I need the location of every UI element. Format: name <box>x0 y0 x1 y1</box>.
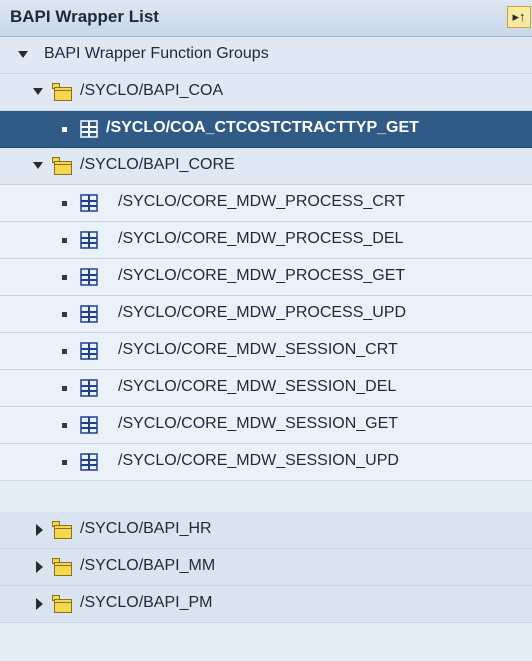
folder-icon <box>52 521 72 539</box>
tree-leaf-node-selected[interactable]: /SYCLO/COA_CTCOSTCTRACTTYP_GET <box>0 111 532 148</box>
function-module-icon <box>80 305 98 323</box>
expand-right-icon[interactable] <box>36 524 43 536</box>
folder-icon <box>52 558 72 576</box>
bullet-icon <box>62 238 67 243</box>
expand-right-icon[interactable] <box>36 598 43 610</box>
function-module-icon <box>80 231 98 249</box>
tree-group-label: /SYCLO/BAPI_PM <box>80 594 213 611</box>
tree-leaf-label: /SYCLO/CORE_MDW_PROCESS_CRT <box>118 193 405 210</box>
bullet-icon <box>62 460 67 465</box>
tree-group-node[interactable]: /SYCLO/BAPI_MM <box>0 549 532 586</box>
tree-group-node[interactable]: /SYCLO/BAPI_COA <box>0 74 532 111</box>
function-module-icon <box>80 268 98 286</box>
panel-title: BAPI Wrapper List <box>10 7 159 26</box>
function-module-icon <box>80 194 98 212</box>
tree-leaf-node[interactable]: /SYCLO/CORE_MDW_SESSION_GET <box>0 407 532 444</box>
tree-group-node[interactable]: /SYCLO/BAPI_CORE <box>0 148 532 185</box>
tree-leaf-label: /SYCLO/CORE_MDW_SESSION_CRT <box>118 341 398 358</box>
tree-group-label: /SYCLO/BAPI_COA <box>80 82 224 99</box>
header-toggle-button[interactable]: ▸↑ <box>507 6 531 28</box>
tree-leaf-label: /SYCLO/CORE_MDW_SESSION_GET <box>118 415 399 432</box>
tree-leaf-node[interactable]: /SYCLO/CORE_MDW_PROCESS_CRT <box>0 185 532 222</box>
panel-header: BAPI Wrapper List ▸↑ <box>0 0 532 37</box>
tree-group-node[interactable]: /SYCLO/BAPI_HR <box>0 512 532 549</box>
tree-leaf-node[interactable]: /SYCLO/CORE_MDW_PROCESS_UPD <box>0 296 532 333</box>
function-module-icon <box>80 342 98 360</box>
tree-leaf-label: /SYCLO/CORE_MDW_PROCESS_DEL <box>118 230 404 247</box>
folder-icon <box>52 157 72 175</box>
tree-leaf-label: /SYCLO/CORE_MDW_PROCESS_GET <box>118 267 406 284</box>
bullet-icon <box>62 127 67 132</box>
tree-root-label: BAPI Wrapper Function Groups <box>44 45 269 62</box>
tree-group-label: /SYCLO/BAPI_HR <box>80 520 212 537</box>
bullet-icon <box>62 423 67 428</box>
tree-root-node[interactable]: BAPI Wrapper Function Groups <box>0 37 532 74</box>
bullet-icon <box>62 349 67 354</box>
bullet-icon <box>62 201 67 206</box>
bullet-icon <box>62 275 67 280</box>
function-module-icon <box>80 120 98 138</box>
tree-leaf-node[interactable]: /SYCLO/CORE_MDW_PROCESS_DEL <box>0 222 532 259</box>
tree-leaf-label: /SYCLO/COA_CTCOSTCTRACTTYP_GET <box>106 119 419 136</box>
expand-down-icon[interactable] <box>18 51 28 58</box>
expand-down-icon[interactable] <box>33 88 43 95</box>
bullet-icon <box>62 312 67 317</box>
expand-right-icon[interactable] <box>36 561 43 573</box>
function-module-icon <box>80 416 98 434</box>
tree-leaf-node[interactable]: /SYCLO/CORE_MDW_SESSION_DEL <box>0 370 532 407</box>
folder-icon <box>52 83 72 101</box>
tree-leaf-label: /SYCLO/CORE_MDW_PROCESS_UPD <box>118 304 407 321</box>
tree-group-node[interactable]: /SYCLO/BAPI_PM <box>0 586 532 623</box>
tree-group-label: /SYCLO/BAPI_MM <box>80 557 216 574</box>
function-module-icon <box>80 453 98 471</box>
bullet-icon <box>62 386 67 391</box>
tree-leaf-node[interactable]: /SYCLO/CORE_MDW_SESSION_UPD <box>0 444 532 481</box>
tree-leaf-label: /SYCLO/CORE_MDW_SESSION_UPD <box>118 452 399 469</box>
tree-group-label: /SYCLO/BAPI_CORE <box>80 156 235 173</box>
tree-leaf-node[interactable]: /SYCLO/CORE_MDW_SESSION_CRT <box>0 333 532 370</box>
tree-leaf-node[interactable]: /SYCLO/CORE_MDW_PROCESS_GET <box>0 259 532 296</box>
expand-down-icon[interactable] <box>33 162 43 169</box>
tree-leaf-label: /SYCLO/CORE_MDW_SESSION_DEL <box>118 378 397 395</box>
folder-icon <box>52 595 72 613</box>
bapi-wrapper-list-panel: BAPI Wrapper List ▸↑ BAPI Wrapper Functi… <box>0 0 532 661</box>
function-module-icon <box>80 379 98 397</box>
